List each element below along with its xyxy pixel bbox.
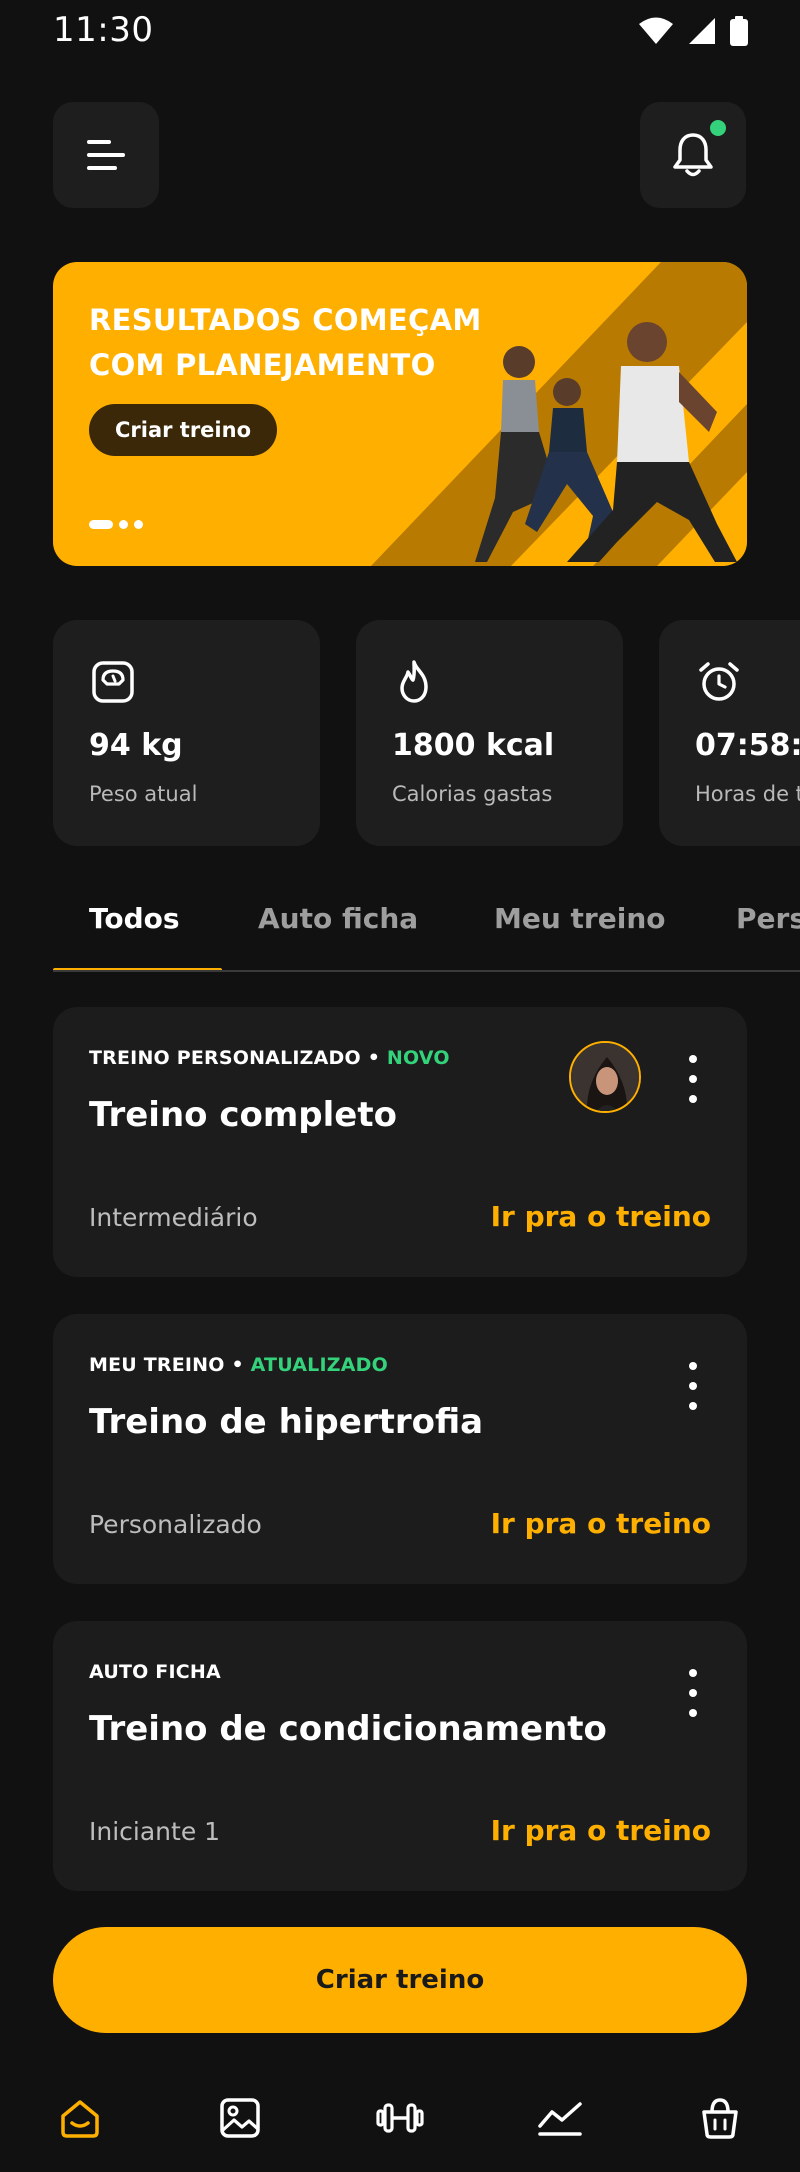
bottom-navigation (0, 2060, 800, 2172)
workout-card[interactable]: MEU TREINO • ATUALIZADO Treino de hipert… (53, 1314, 747, 1584)
workout-card[interactable]: AUTO FICHA Treino de condicionamento Ini… (53, 1621, 747, 1891)
wifi-icon (639, 17, 673, 44)
stat-card-weight[interactable]: 94 kg Peso atual (53, 620, 320, 846)
stats-carousel[interactable]: 94 kg Peso atual 1800 kcal Calorias gast… (53, 620, 800, 848)
status-time: 11:30 (53, 10, 154, 50)
trainer-avatar (569, 1041, 641, 1113)
status-icons (638, 16, 748, 46)
go-to-workout-link[interactable]: Ir pra o treino (491, 1507, 711, 1540)
trainer-photo (571, 1043, 639, 1111)
active-tab-indicator (53, 968, 222, 970)
nav-workouts[interactable] (372, 2090, 428, 2146)
dumbbell-icon (376, 2103, 424, 2133)
stat-label: Calorias gastas (392, 782, 553, 806)
workout-category: TREINO PERSONALIZADO (89, 1047, 361, 1069)
flame-icon (400, 660, 428, 703)
stat-card-workout-hours[interactable]: 07:58:2 Horas de t (659, 620, 800, 846)
bell-icon (673, 133, 713, 177)
meta-separator: • (224, 1354, 251, 1376)
menu-button[interactable] (53, 102, 159, 208)
workout-meta: TREINO PERSONALIZADO • NOVO (89, 1047, 450, 1069)
workout-title: Treino de condicionamento (89, 1709, 607, 1749)
workout-title: Treino completo (89, 1095, 397, 1135)
stat-label: Horas de t (695, 782, 800, 806)
carousel-indicator[interactable] (89, 520, 143, 529)
stat-value: 1800 kcal (392, 728, 555, 763)
workout-title: Treino de hipertrofia (89, 1402, 484, 1442)
go-to-workout-link[interactable]: Ir pra o treino (491, 1814, 711, 1847)
stat-label: Peso atual (89, 782, 198, 806)
home-icon (61, 2100, 99, 2138)
progress-chart-icon (538, 2102, 582, 2136)
workout-meta: AUTO FICHA (89, 1661, 221, 1683)
workout-level: Personalizado (89, 1510, 262, 1539)
go-to-workout-link[interactable]: Ir pra o treino (491, 1200, 711, 1233)
carousel-dot[interactable] (134, 520, 143, 529)
tab-personalizado[interactable]: Pers (736, 902, 800, 935)
carousel-dot[interactable] (89, 520, 113, 529)
nav-shop[interactable] (692, 2090, 748, 2146)
banner-create-workout-button[interactable]: Criar treino (89, 404, 277, 456)
more-options-button[interactable] (681, 1055, 705, 1103)
tab-auto-ficha[interactable]: Auto ficha (258, 902, 418, 935)
workout-category: AUTO FICHA (89, 1661, 221, 1683)
stat-card-calories[interactable]: 1800 kcal Calorias gastas (356, 620, 623, 846)
notification-dot (710, 120, 726, 136)
status-bar: 11:30 (0, 0, 800, 64)
nav-home[interactable] (52, 2090, 108, 2146)
nav-gallery[interactable] (212, 2090, 268, 2146)
cellular-signal-icon (689, 18, 715, 44)
notifications-button[interactable] (640, 102, 746, 208)
scale-icon (92, 661, 134, 703)
workout-level: Iniciante 1 (89, 1817, 221, 1846)
create-workout-button[interactable]: Criar treino (53, 1927, 747, 2033)
alarm-clock-icon (699, 662, 739, 701)
gallery-icon (220, 2098, 260, 2138)
workout-category: MEU TREINO (89, 1354, 225, 1376)
workout-card[interactable]: TREINO PERSONALIZADO • NOVO Treino compl… (53, 1007, 747, 1277)
meta-separator: • (360, 1047, 387, 1069)
workout-level: Intermediário (89, 1203, 258, 1232)
banner-title: RESULTADOS COMEÇAM COM PLANEJAMENTO (89, 303, 482, 382)
tab-todos[interactable]: Todos (89, 902, 180, 935)
more-options-button[interactable] (681, 1669, 705, 1717)
more-options-button[interactable] (681, 1362, 705, 1410)
workout-tag: NOVO (386, 1047, 450, 1069)
carousel-dot[interactable] (119, 520, 128, 529)
tab-meu-treino[interactable]: Meu treino (494, 902, 666, 935)
workout-tag: ATUALIZADO (250, 1354, 388, 1376)
shopping-bag-icon (702, 2098, 738, 2139)
menu-icon (87, 140, 125, 170)
workout-filter-tabs: Todos Auto ficha Meu treino Pers (53, 880, 800, 972)
workout-meta: MEU TREINO • ATUALIZADO (89, 1354, 388, 1376)
stat-value: 94 kg (89, 728, 183, 763)
promo-banner[interactable]: RESULTADOS COMEÇAM COM PLANEJAMENTO Cria… (53, 262, 747, 566)
nav-progress[interactable] (532, 2090, 588, 2146)
stat-value: 07:58:2 (695, 728, 800, 763)
battery-icon (730, 16, 748, 46)
